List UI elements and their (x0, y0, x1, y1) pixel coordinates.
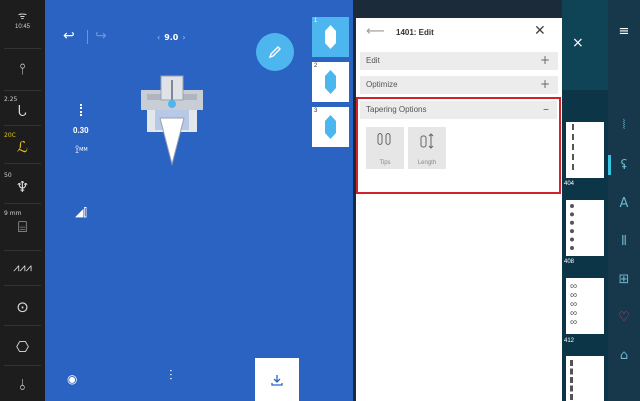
thumbnail-number: 2 (314, 63, 318, 69)
stitch-shape-icon (325, 115, 336, 139)
section-optimize[interactable]: Optimize + (360, 76, 558, 94)
stitch-length-button[interactable]: 2.25 ᘂ (0, 96, 45, 121)
unit-label: MM (79, 147, 88, 153)
length-icon (408, 133, 446, 154)
needle-stop-button[interactable]: ⊙ (0, 300, 45, 315)
eye-icon[interactable]: ◉ (67, 372, 77, 386)
needle-position-marker (80, 104, 82, 116)
back-arrow-icon[interactable]: ⟵ (366, 24, 385, 39)
redo-icon[interactable]: ↪ (95, 28, 107, 44)
stitch-shape-icon (325, 25, 336, 49)
presser-pressure-value: 50 (4, 172, 12, 179)
decorative-stitches-icon[interactable]: ʢ (608, 158, 640, 173)
status-sidebar: ᯤ 10:45 ⫯ 2.25 ᘂ 20C ℒ 50 ♆ 9 mm ⌸ ⩘⩘⩘ ⊙… (0, 0, 45, 401)
feed-dog-icon: ⌸ (17, 218, 27, 236)
length-option[interactable]: Length (408, 127, 446, 169)
tapering-options-highlight: Tapering Options – Tips Length (356, 97, 561, 194)
thumbnail-item[interactable]: 3 (312, 107, 349, 147)
stitch-shape-icon (325, 70, 336, 94)
presser-foot-illustration (137, 72, 207, 172)
thumbnail-number: 1 (314, 18, 318, 24)
chevron-left-icon[interactable]: ‹ (157, 33, 160, 42)
section-edit[interactable]: Edit + (360, 52, 558, 70)
panel-title: 1401: Edit (396, 28, 434, 37)
bobbin-icon: ᘂ (18, 102, 27, 120)
length-label: Length (417, 160, 437, 166)
save-button[interactable] (255, 358, 299, 401)
stitch-number: 408 (564, 259, 575, 265)
stitch-tile[interactable]: ∞ ∞ ∞ ∞ ∞ (566, 278, 604, 334)
needle-down-icon: ⫰ (19, 376, 26, 394)
presser-pressure-button[interactable]: 50 ♆ (0, 172, 45, 197)
mirror-icon[interactable]: ⫶ (169, 368, 173, 384)
undo-icon[interactable]: ↩ (63, 28, 75, 44)
balance-icon[interactable]: ◢⫿ (75, 206, 87, 220)
left-value: 0.30 (73, 126, 89, 135)
utility-stitches-icon[interactable]: ⦚ (608, 118, 640, 133)
expand-icon: + (539, 53, 550, 67)
section-label: Tapering Options (366, 105, 427, 114)
download-icon (271, 374, 283, 386)
stitch-preview-area: ↩ ↪ ‹ 9.0 › 0.30 ⟟MM ◢⫿ ◉ ⫶ (45, 0, 307, 401)
close-library-icon[interactable]: × (572, 35, 584, 51)
menu-icon[interactable]: ≡ (608, 24, 640, 39)
quilt-stitches-icon[interactable]: ⊞ (608, 272, 640, 287)
stitch-tile[interactable] (566, 200, 604, 256)
wifi-icon: ᯤ (17, 11, 28, 22)
buttonhole-icon[interactable]: ⦀ (608, 234, 640, 249)
thread-cutter-button[interactable]: ⫰ (0, 378, 45, 393)
needle-icon: ⫯ (19, 60, 26, 78)
stitch-library-area: × 404 408 ∞ ∞ ∞ ∞ ∞ 412 (562, 0, 608, 401)
section-label: Edit (366, 56, 380, 65)
zigzag-plate-icon: ⩘⩘⩘ (13, 261, 32, 274)
close-icon[interactable]: ✕ (534, 23, 546, 39)
thumbnail-item[interactable]: 2 (312, 62, 349, 102)
stitch-width-control[interactable]: ‹ 9.0 › (157, 33, 186, 42)
section-label: Optimize (366, 80, 398, 89)
expand-icon: + (539, 77, 550, 91)
edit-panel: ⟵ 1401: Edit ✕ Edit + Optimize + Taperin… (356, 18, 562, 401)
toolbar-divider (87, 30, 88, 44)
thread-tension-icon: ℒ (17, 138, 28, 156)
tension-value: 20C (4, 132, 16, 139)
personal-program-icon[interactable]: ⌂ (608, 348, 640, 363)
collapse-icon: – (543, 102, 549, 116)
needle-position-button[interactable]: ⫯ (0, 62, 45, 77)
bobbin-case-icon: ⎔ (15, 338, 30, 356)
right-navigation: ≡ ⦚ ʢ A ⦀ ⊞ ♡ ⌂ (608, 0, 640, 401)
stitch-plate-button[interactable]: ⩘⩘⩘ (0, 262, 45, 273)
clock: 10:45 (14, 24, 30, 30)
edit-button[interactable] (256, 33, 294, 71)
stitch-number: 404 (564, 181, 575, 187)
stitch-number: 412 (564, 338, 575, 344)
tension-button[interactable]: 20C ℒ (0, 132, 45, 157)
stitch-thumbnail-strip: 1 2 3 (307, 0, 353, 401)
tips-icon (366, 133, 404, 152)
tips-label: Tips (379, 160, 391, 166)
presser-height-button[interactable]: 9 mm ⌸ (0, 210, 45, 240)
pencil-icon (268, 46, 281, 59)
alphabet-icon[interactable]: A (608, 196, 640, 211)
bobbin-button[interactable]: ⎔ (0, 340, 45, 355)
section-tapering-options[interactable]: Tapering Options – (360, 101, 557, 119)
height-marker-icon[interactable]: ⟟MM (75, 143, 88, 157)
target-icon: ⊙ (16, 298, 29, 316)
tips-option[interactable]: Tips (366, 127, 404, 169)
wifi-status[interactable]: ᯤ 10:45 (0, 11, 45, 31)
thumbnail-number: 3 (314, 108, 318, 114)
presser-foot-pressure-icon: ♆ (15, 178, 30, 196)
stitch-length-value: 2.25 (4, 96, 18, 103)
panel-header: ⟵ 1401: Edit ✕ (356, 18, 562, 48)
chevron-right-icon[interactable]: › (182, 33, 185, 42)
thumbnail-item[interactable]: 1 (312, 17, 349, 57)
presser-height-value: 9 mm (4, 210, 22, 217)
stitch-width-value: 9.0 (164, 33, 179, 42)
stitch-tile[interactable] (566, 356, 604, 401)
stitch-tile[interactable] (566, 122, 604, 178)
favorites-icon[interactable]: ♡ (608, 310, 640, 325)
